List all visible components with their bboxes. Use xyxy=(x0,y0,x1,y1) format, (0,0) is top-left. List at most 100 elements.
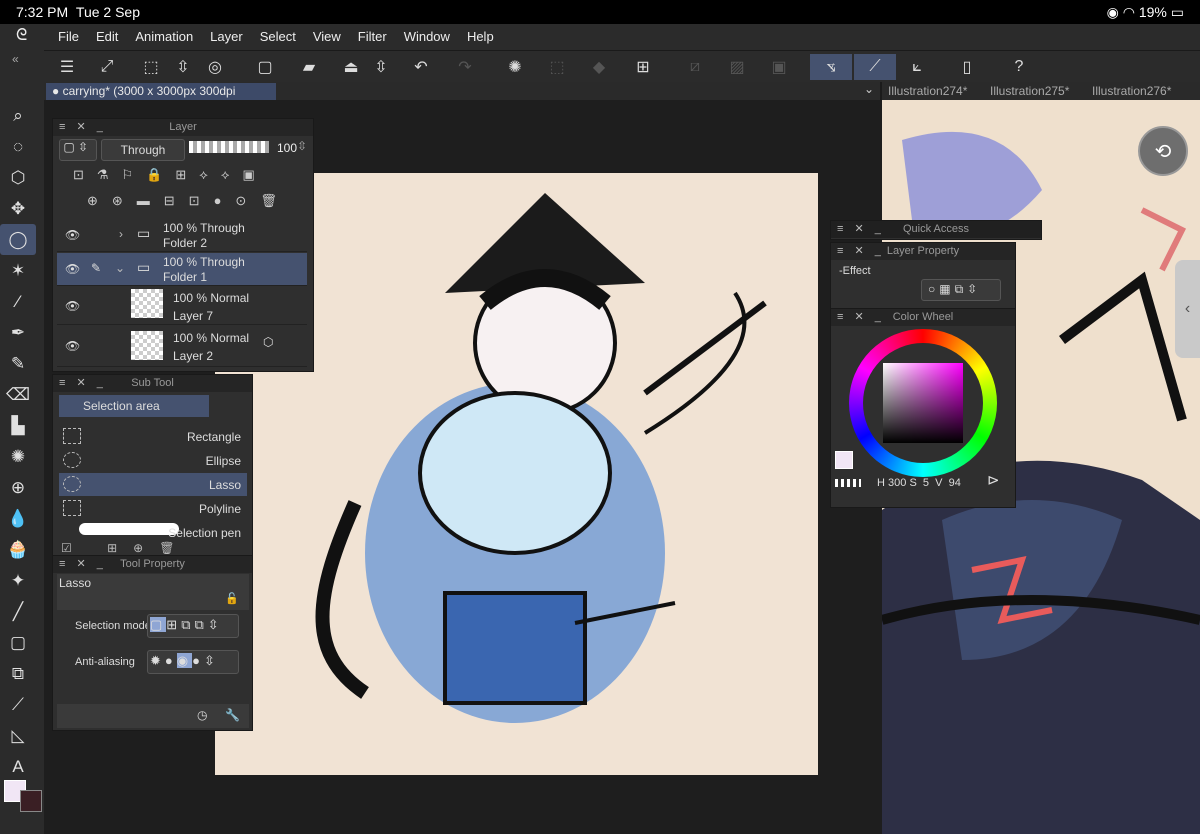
layer-color-select[interactable]: ▢ ⇳ xyxy=(59,139,97,161)
subtool-ellipse[interactable]: Ellipse xyxy=(59,449,247,472)
subtool-rectangle[interactable]: Rectangle xyxy=(59,425,247,448)
panel-icon[interactable]: ⧉ xyxy=(0,658,36,689)
vector-icon[interactable]: ◺ xyxy=(0,720,36,751)
pen-icon[interactable]: ✒ xyxy=(0,317,36,348)
side-panel-handle-icon[interactable]: ‹ xyxy=(1175,260,1200,358)
eye-icon[interactable]: 👁 xyxy=(65,228,80,242)
sub-color-swatch[interactable] xyxy=(20,790,42,812)
fill-bucket-icon[interactable]: ▙ xyxy=(0,410,36,441)
move-icon[interactable]: ✥ xyxy=(0,193,36,224)
sparkle-icon[interactable]: ✦ xyxy=(0,565,36,596)
undo-icon[interactable]: ↶ xyxy=(406,54,436,80)
ruler-snap-icon[interactable]: ⦪ xyxy=(810,54,852,80)
redo-icon[interactable]: ↷ xyxy=(450,54,480,80)
effect-buttons[interactable]: ○▦⧉⇳ xyxy=(921,279,1001,301)
eyedropper-icon[interactable]: ⁄ xyxy=(0,286,36,317)
layer-options-row[interactable]: ⊡⚗⚐🔒⊞⟡⟡▣ xyxy=(73,167,313,187)
help-icon[interactable]: ? xyxy=(1004,54,1034,80)
crop-icon[interactable]: ⊞ xyxy=(628,54,658,80)
opacity-slider[interactable] xyxy=(189,141,269,153)
operation-icon[interactable]: ◌ xyxy=(0,131,36,162)
lock-icon[interactable]: 🔓 xyxy=(225,592,239,605)
panel-controls-icon[interactable]: ≡ ✕ _ xyxy=(59,375,107,392)
chevron-right-icon[interactable]: › xyxy=(119,227,123,241)
line-icon[interactable]: ╱ xyxy=(0,596,36,627)
panel-controls-icon[interactable]: ≡ ✕ _ xyxy=(837,221,885,238)
chevron-updown-icon[interactable]: ⇳ xyxy=(366,54,396,80)
transform-icon[interactable]: ⬚ xyxy=(136,54,166,80)
tab-illustration274[interactable]: Illustration274* xyxy=(888,84,967,98)
eye-icon[interactable]: 👁 xyxy=(65,339,80,353)
menu-view[interactable]: View xyxy=(313,29,341,44)
menu-help[interactable]: Help xyxy=(467,29,494,44)
transparent-swatch[interactable] xyxy=(835,479,861,487)
menu-window[interactable]: Window xyxy=(404,29,450,44)
drops-icon[interactable]: 💧 xyxy=(0,503,36,534)
brush-icon[interactable]: ✎ xyxy=(0,348,36,379)
reset-icon[interactable]: ◷ xyxy=(197,708,207,722)
rotate-view-icon[interactable]: ⟲ xyxy=(1138,126,1188,176)
eye-icon[interactable]: 👁 xyxy=(65,262,80,276)
current-color-swatch[interactable] xyxy=(835,451,853,469)
subtool-actions[interactable]: ☑ ⊞⊕🗑 xyxy=(61,541,249,555)
chevron-down-icon[interactable]: ⌄ xyxy=(115,261,125,275)
decoration-icon[interactable]: 🧁 xyxy=(0,534,36,565)
panel-controls-icon[interactable]: ≡ ✕ _ xyxy=(837,243,885,260)
loading-icon[interactable]: ✺ xyxy=(500,54,530,80)
chevron-updown-icon[interactable]: ⇳ xyxy=(168,54,198,80)
menu-layer[interactable]: Layer xyxy=(210,29,243,44)
ruler-tool-icon[interactable]: ⟋ xyxy=(0,689,36,720)
blend-mode-select[interactable]: Through xyxy=(101,139,185,161)
menu-animation[interactable]: Animation xyxy=(135,29,193,44)
tab-illustration275[interactable]: Illustration275* xyxy=(990,84,1069,98)
lasso-tool-icon[interactable]: ◯ xyxy=(0,224,36,255)
canvas-tab[interactable]: ● carrying* (3000 x 3000px 300dpi 39.5%) xyxy=(46,83,276,112)
spiral-icon[interactable]: ◎ xyxy=(200,54,230,80)
sub-tool-group-tab[interactable]: Selection area xyxy=(59,395,209,417)
selection-mode-buttons[interactable]: ▢⊞⧉⧉⇳ xyxy=(147,614,239,638)
magic-wand-icon[interactable]: ✶ xyxy=(0,255,36,286)
subtool-polyline[interactable]: Polyline xyxy=(59,497,247,520)
eraser-icon[interactable]: ⌫ xyxy=(0,379,36,410)
subtool-lasso[interactable]: Lasso xyxy=(59,473,247,496)
layer-row-layer-7[interactable]: 👁 100 % Normal Layer 7 xyxy=(57,287,307,325)
tab-illustration276[interactable]: Illustration276* xyxy=(1092,84,1171,98)
zoom-icon[interactable]: ⌕ xyxy=(0,100,36,131)
new-canvas-icon[interactable]: ▢ xyxy=(250,54,280,80)
save-icon[interactable]: ⏏ xyxy=(336,54,366,80)
wrench-icon[interactable]: 🔧 xyxy=(225,708,240,722)
menu-select[interactable]: Select xyxy=(260,29,296,44)
menu-edit[interactable]: Edit xyxy=(96,29,118,44)
deselect-icon[interactable]: ⬚ xyxy=(542,54,572,80)
panel-controls-icon[interactable]: ≡ ✕ _ xyxy=(59,119,107,136)
clear-icon[interactable]: ⧄ xyxy=(680,54,710,80)
layer-move-icon[interactable]: ⬡ xyxy=(0,162,36,193)
text-icon[interactable]: A xyxy=(0,751,36,782)
frame-icon[interactable]: ▢ xyxy=(0,627,36,658)
blend-icon[interactable]: ✺ xyxy=(0,441,36,472)
open-folder-icon[interactable]: ▰ xyxy=(294,54,324,80)
subtool-selection-pen[interactable]: Selection pen xyxy=(59,521,247,539)
anti-aliasing-buttons[interactable]: ✹●◉●⇳ xyxy=(147,650,239,674)
layer-row-folder-1[interactable]: 👁 ✎ ⌄ ▭ 100 % Through Folder 1 xyxy=(57,253,307,286)
border-icon[interactable]: ▣ xyxy=(764,54,794,80)
menu-file[interactable]: File xyxy=(58,29,79,44)
hamburger-menu-icon[interactable]: ☰ xyxy=(52,54,82,80)
layer-actions-row[interactable]: ⊕⊛▬⊟⊡●⊙🗑 xyxy=(87,193,317,213)
tone-icon[interactable]: ▨ xyxy=(722,54,752,80)
opacity-stepper-icon[interactable]: ⇳ xyxy=(297,139,307,153)
hue-ring[interactable] xyxy=(849,329,997,477)
device-icon[interactable]: ▯ xyxy=(952,54,982,80)
sv-square[interactable] xyxy=(883,363,963,443)
layer-row-layer-2[interactable]: 👁 100 % Normal Layer 2 ⬡ xyxy=(57,327,307,367)
fill-icon[interactable]: ◆ xyxy=(584,54,614,80)
panel-controls-icon[interactable]: ≡ ✕ _ xyxy=(837,309,885,326)
eye-icon[interactable]: 👁 xyxy=(65,299,80,313)
app-logo-icon[interactable]: ᘓ xyxy=(16,27,27,45)
fit-view-icon[interactable]: ⤢ xyxy=(92,54,122,80)
chevron-down-icon[interactable]: ⌄ xyxy=(864,82,874,96)
layer-row-folder-2[interactable]: 👁 › ▭ 100 % Through Folder 2 xyxy=(57,219,307,252)
ruler-icon[interactable]: ⟀ xyxy=(902,54,932,80)
color-mode-icon[interactable]: ⊳ xyxy=(987,471,1000,489)
panel-controls-icon[interactable]: ≡ ✕ _ xyxy=(59,556,107,573)
